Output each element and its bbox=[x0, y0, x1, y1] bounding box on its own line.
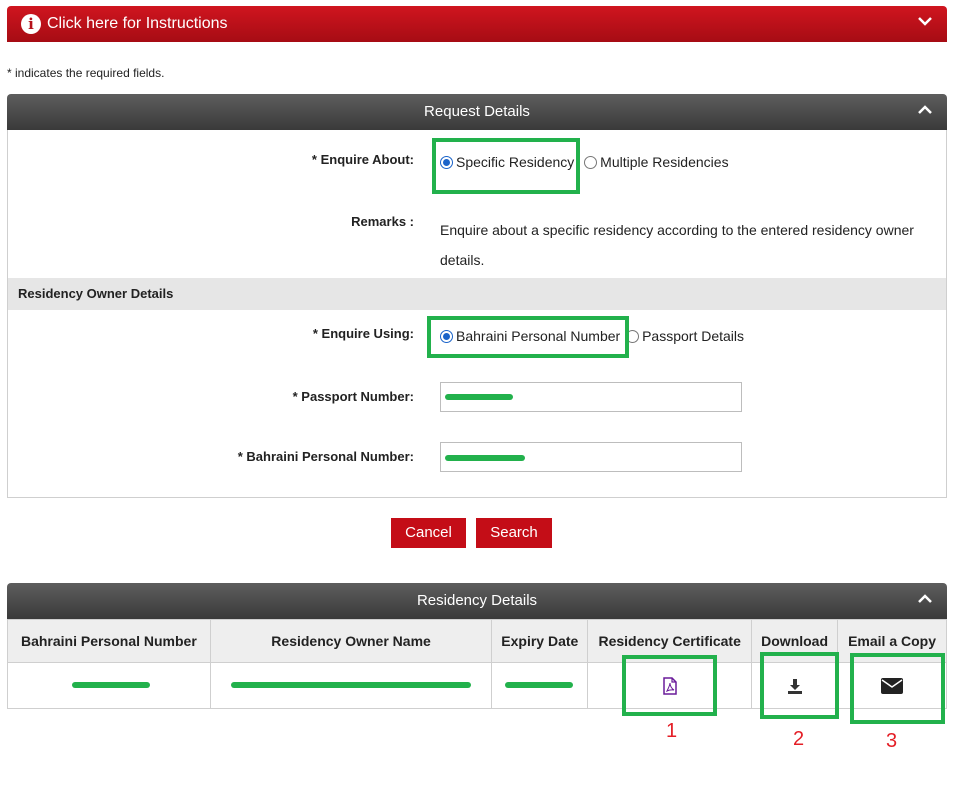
highlight-box bbox=[760, 652, 839, 719]
chevron-up-icon[interactable] bbox=[917, 593, 933, 605]
annotation-number: 3 bbox=[886, 730, 898, 752]
highlight-box bbox=[850, 653, 945, 724]
cell-expiry-date bbox=[491, 662, 589, 709]
chevron-down-icon[interactable] bbox=[917, 15, 933, 27]
info-icon: i bbox=[21, 14, 41, 34]
remarks-text: Enquire about a specific residency accor… bbox=[440, 222, 914, 268]
cell-personal-number bbox=[7, 662, 211, 709]
redaction-mark bbox=[505, 682, 574, 688]
passport-number-input[interactable] bbox=[440, 382, 742, 412]
highlight-box bbox=[432, 138, 580, 194]
bahraini-personal-number-label: * Bahraini Personal Number: bbox=[237, 449, 414, 464]
cancel-button[interactable]: Cancel bbox=[391, 518, 466, 548]
residency-details-header[interactable]: Residency Details bbox=[7, 583, 947, 619]
request-details-title: Request Details bbox=[424, 103, 530, 120]
radio-unchecked-icon bbox=[584, 156, 598, 169]
highlight-box bbox=[622, 655, 717, 716]
redaction-mark bbox=[445, 455, 525, 461]
annotation-number: 2 bbox=[793, 728, 805, 750]
radio-passport-details[interactable]: Passport Details bbox=[626, 328, 744, 344]
highlight-box bbox=[427, 316, 629, 358]
search-button[interactable]: Search bbox=[476, 518, 552, 548]
column-header: Residency Owner Name bbox=[209, 619, 493, 663]
request-details-header[interactable]: Request Details bbox=[7, 94, 947, 130]
redaction-mark bbox=[72, 682, 150, 688]
residency-details-title: Residency Details bbox=[416, 592, 538, 609]
bahraini-personal-number-input[interactable] bbox=[440, 442, 742, 472]
column-header: Bahraini Personal Number bbox=[7, 619, 211, 663]
column-header: Expiry Date bbox=[491, 619, 589, 663]
request-details-panel: * Enquire About: Specific Residency Mult… bbox=[7, 130, 947, 498]
redaction-mark bbox=[445, 394, 513, 400]
remarks-label: Remarks : bbox=[351, 214, 414, 229]
required-fields-note: * indicates the required fields. bbox=[7, 66, 165, 80]
redaction-mark bbox=[230, 682, 471, 688]
annotation-number: 1 bbox=[666, 720, 678, 742]
enquire-about-label: * Enquire About: bbox=[311, 152, 414, 167]
chevron-up-icon[interactable] bbox=[917, 104, 933, 116]
instructions-bar[interactable]: i Click here for Instructions bbox=[7, 6, 947, 42]
radio-multiple-residencies[interactable]: Multiple Residencies bbox=[584, 154, 729, 170]
residency-owner-section: Residency Owner Details bbox=[8, 278, 946, 310]
cell-owner-name bbox=[209, 662, 493, 709]
passport-number-label: * Passport Number: bbox=[292, 389, 414, 404]
enquire-using-label: * Enquire Using: bbox=[312, 326, 414, 341]
instructions-label: Click here for Instructions bbox=[47, 15, 228, 32]
